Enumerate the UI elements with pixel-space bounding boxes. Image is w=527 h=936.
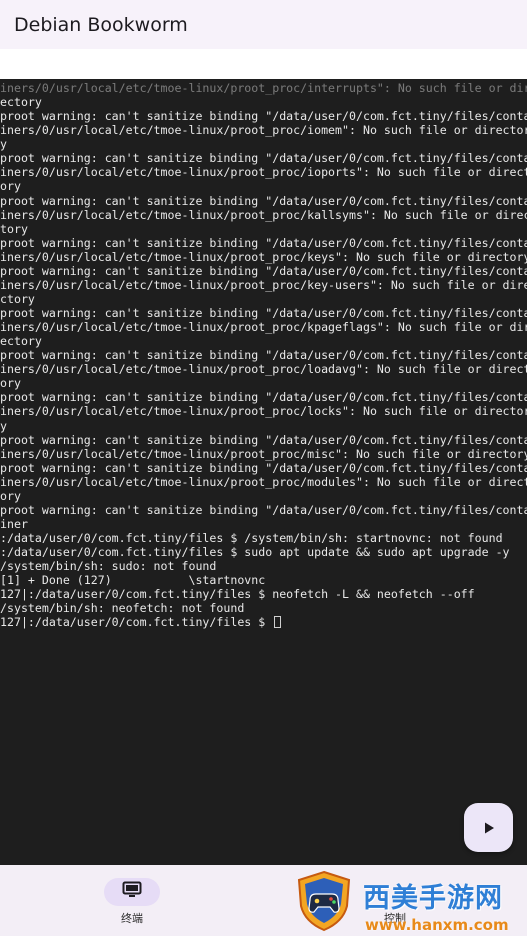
terminal-line: proot warning: can't sanitize binding "/… bbox=[0, 151, 527, 166]
terminal-line: ctory bbox=[0, 291, 35, 306]
play-icon bbox=[482, 821, 496, 835]
terminal-line: :/data/user/0/com.fct.tiny/files $ /syst… bbox=[0, 531, 503, 545]
terminal-line: iners/0/usr/local/etc/tmoe-linux/proot_p… bbox=[0, 320, 527, 335]
monitor-icon bbox=[122, 881, 142, 903]
terminal-line: /system/bin/sh: neofetch: not found bbox=[0, 601, 245, 616]
app-bar-spacer bbox=[0, 49, 527, 79]
terminal-cursor bbox=[274, 616, 282, 629]
terminal-line: proot warning: can't sanitize binding "/… bbox=[0, 390, 527, 405]
terminal-line: iners/0/usr/local/etc/tmoe-linux/proot_p… bbox=[0, 404, 527, 419]
terminal-line: iners/0/usr/local/etc/tmoe-linux/proot_p… bbox=[0, 81, 527, 95]
terminal-line: ectory bbox=[0, 95, 42, 110]
terminal-output: iners/0/usr/local/etc/tmoe-linux/proot_p… bbox=[0, 81, 527, 629]
terminal-line: iners/0/usr/local/etc/tmoe-linux/proot_p… bbox=[0, 249, 527, 264]
terminal-line: proot warning: can't sanitize binding "/… bbox=[0, 306, 527, 320]
terminal-line: iner bbox=[0, 516, 28, 531]
terminal-line: iners/0/usr/local/etc/tmoe-linux/proot_p… bbox=[0, 362, 527, 377]
terminal-line: iners/0/usr/local/etc/tmoe-linux/proot_p… bbox=[0, 123, 527, 138]
terminal-line: y bbox=[0, 418, 7, 433]
terminal-line: proot warning: can't sanitize binding "/… bbox=[0, 460, 527, 475]
gamepad-shield-icon bbox=[295, 870, 353, 932]
terminal-line: ory bbox=[0, 179, 21, 194]
terminal-line: iners/0/usr/local/etc/tmoe-linux/proot_p… bbox=[0, 165, 527, 180]
terminal-line: ory bbox=[0, 376, 21, 391]
terminal-line: [1] + Done (127) \startnovnc bbox=[0, 573, 266, 588]
terminal-line: ectory bbox=[0, 334, 42, 349]
app-bar: Debian Bookworm bbox=[0, 0, 527, 49]
nav-item-terminal[interactable]: 终端 bbox=[52, 865, 212, 936]
nav-item-terminal-label: 终端 bbox=[121, 912, 143, 925]
terminal-line: iners/0/usr/local/etc/tmoe-linux/proot_p… bbox=[0, 277, 527, 292]
terminal-line: proot warning: can't sanitize binding "/… bbox=[0, 502, 527, 517]
terminal-line: proot warning: can't sanitize binding "/… bbox=[0, 432, 527, 447]
terminal-line: /system/bin/sh: sudo: not found bbox=[0, 559, 217, 574]
terminal-line: ory bbox=[0, 488, 21, 503]
terminal-view[interactable]: iners/0/usr/local/etc/tmoe-linux/proot_p… bbox=[0, 79, 527, 865]
watermark: 西美手游网 www.hanxm.com bbox=[293, 868, 525, 936]
terminal-line: tory bbox=[0, 221, 28, 236]
terminal-line: y bbox=[0, 137, 7, 152]
terminal-line: proot warning: can't sanitize binding "/… bbox=[0, 348, 527, 363]
terminal-line: :/data/user/0/com.fct.tiny/files $ sudo … bbox=[0, 545, 510, 560]
terminal-line: proot warning: can't sanitize binding "/… bbox=[0, 193, 527, 208]
app-title: Debian Bookworm bbox=[14, 13, 188, 36]
terminal-line: iners/0/usr/local/etc/tmoe-linux/proot_p… bbox=[0, 446, 527, 461]
terminal-line: proot warning: can't sanitize binding "/… bbox=[0, 109, 527, 124]
terminal-line: 127|:/data/user/0/com.fct.tiny/files $ n… bbox=[0, 587, 475, 602]
nav-item-terminal-indicator bbox=[104, 878, 160, 906]
terminal-line: iners/0/usr/local/etc/tmoe-linux/proot_p… bbox=[0, 474, 527, 489]
run-button[interactable] bbox=[464, 803, 513, 852]
terminal-line: iners/0/usr/local/etc/tmoe-linux/proot_p… bbox=[0, 207, 527, 222]
watermark-brand: 西美手游网 bbox=[363, 883, 503, 914]
watermark-url: www.hanxm.com bbox=[365, 916, 509, 934]
terminal-line: 127|:/data/user/0/com.fct.tiny/files $ bbox=[0, 615, 527, 629]
terminal-line: proot warning: can't sanitize binding "/… bbox=[0, 263, 527, 278]
terminal-line: proot warning: can't sanitize binding "/… bbox=[0, 235, 527, 250]
